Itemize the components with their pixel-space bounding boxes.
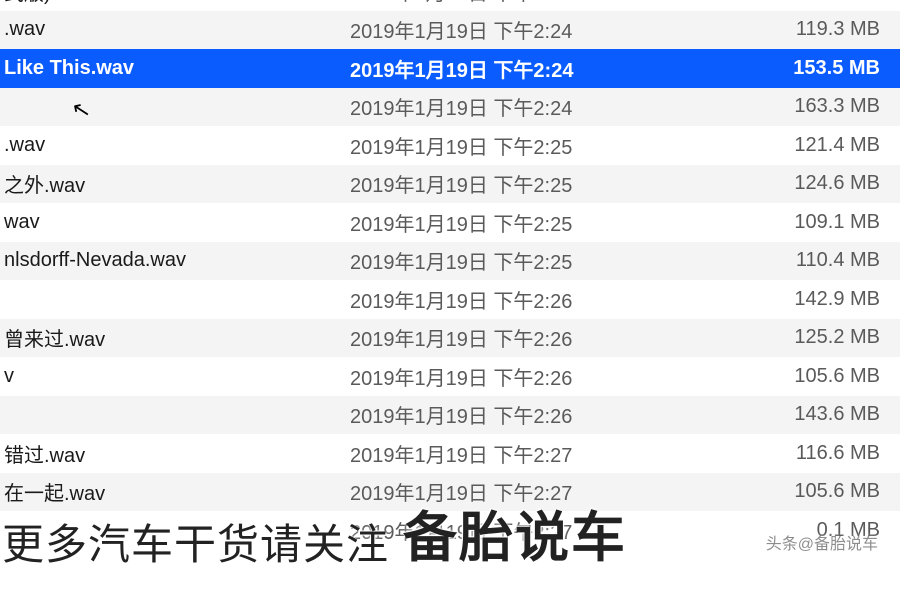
file-name-cell: Like This.wav xyxy=(0,57,350,80)
file-row[interactable]: 曾来过.wav2019年1月19日 下午2:26125.2 MB xyxy=(0,319,900,358)
file-date-cell: 2019年1月19日 下午2:26 xyxy=(350,323,650,352)
file-size-cell: 105.6 MB xyxy=(650,365,900,388)
file-date-cell: 2019年1月19日 下午2:24 xyxy=(350,92,650,121)
file-name-cell: nlsdorff-Nevada.wav xyxy=(0,249,350,272)
file-row[interactable]: .wav2019年1月19日 下午2:25121.4 MB xyxy=(0,126,900,165)
file-name-cell: v xyxy=(0,365,350,388)
file-row[interactable]: 2019年1月19日 下午2:26143.6 MB xyxy=(0,396,900,435)
file-size-cell: 121.4 MB xyxy=(650,134,900,157)
file-name-cell: wav xyxy=(0,211,350,234)
file-date-cell: 2019年1月19日 下午2:25 xyxy=(350,246,650,275)
file-size-cell: 124.6 MB xyxy=(650,172,900,195)
file-date-cell: 2019年1月19日 下午2:25 xyxy=(350,131,650,160)
file-size-cell: 114.6 MB xyxy=(650,0,900,3)
file-date-cell: 2019年1月19日 下午2:25 xyxy=(350,169,650,198)
file-size-cell: 109.1 MB xyxy=(650,211,900,234)
file-row[interactable]: 式版).wav2019年1月19日 下午2:24114.6 MB xyxy=(0,0,900,11)
file-size-cell: 125.2 MB xyxy=(650,326,900,349)
file-row[interactable]: wav2019年1月19日 下午2:25109.1 MB xyxy=(0,203,900,242)
file-date-cell: 2019年1月19日 下午2:24 xyxy=(350,15,650,44)
file-row[interactable]: 2019年1月19日 下午2:26142.9 MB xyxy=(0,280,900,319)
file-size-cell: 163.3 MB xyxy=(650,95,900,118)
file-name-cell: 式版).wav xyxy=(0,0,350,6)
file-name-cell: 曾来过.wav xyxy=(0,323,350,352)
file-row[interactable]: .wav2019年1月19日 下午2:24119.3 MB xyxy=(0,11,900,50)
file-row[interactable]: nlsdorff-Nevada.wav2019年1月19日 下午2:25110.… xyxy=(0,242,900,281)
file-name-cell: 在一起.wav xyxy=(0,477,350,506)
file-date-cell: 2019年1月19日 下午2:27 xyxy=(350,439,650,468)
file-row[interactable]: 之外.wav2019年1月19日 下午2:25124.6 MB xyxy=(0,165,900,204)
file-name-cell: 错过.wav xyxy=(0,439,350,468)
file-row[interactable]: 在一起.wav2019年1月19日 下午2:27105.6 MB xyxy=(0,473,900,512)
file-row[interactable]: 错过.wav2019年1月19日 下午2:27116.6 MB xyxy=(0,434,900,473)
file-date-cell: 2019年1月19日 下午2:26 xyxy=(350,285,650,314)
file-size-cell: 110.4 MB xyxy=(650,249,900,272)
file-size-cell: 119.3 MB xyxy=(650,18,900,41)
file-date-cell: 2019年1月19日 下午2:24 xyxy=(350,54,650,83)
file-size-cell: 153.5 MB xyxy=(650,57,900,80)
file-date-cell: 2019年1月19日 下午2:27 xyxy=(350,477,650,506)
file-date-cell: 2019年1月19日 下午2:25 xyxy=(350,208,650,237)
file-date-cell: 2019年1月19日 下午2:24 xyxy=(350,0,650,6)
file-row[interactable]: Like This.wav2019年1月19日 下午2:24153.5 MB xyxy=(0,49,900,88)
file-row[interactable]: v2019年1月19日 下午2:26105.6 MB xyxy=(0,357,900,396)
file-row[interactable]: 2019年1月19日 下午2:24163.3 MB xyxy=(0,88,900,127)
file-size-cell: 0.1 MB xyxy=(650,519,900,542)
file-name-cell: 之外.wav xyxy=(0,169,350,198)
file-row[interactable]: 2019年1月19日 下午2:270.1 MB xyxy=(0,511,900,550)
file-size-cell: 105.6 MB xyxy=(650,480,900,503)
file-date-cell: 2019年1月19日 下午2:26 xyxy=(350,362,650,391)
file-size-cell: 142.9 MB xyxy=(650,288,900,311)
file-size-cell: 143.6 MB xyxy=(650,403,900,426)
file-name-cell: .wav xyxy=(0,134,350,157)
file-list[interactable]: 式版).wav2019年1月19日 下午2:24114.6 MB.wav2019… xyxy=(0,0,900,550)
file-date-cell: 2019年1月19日 下午2:26 xyxy=(350,400,650,429)
file-name-cell: .wav xyxy=(0,18,350,41)
file-size-cell: 116.6 MB xyxy=(650,442,900,465)
file-date-cell: 2019年1月19日 下午2:27 xyxy=(350,516,650,545)
